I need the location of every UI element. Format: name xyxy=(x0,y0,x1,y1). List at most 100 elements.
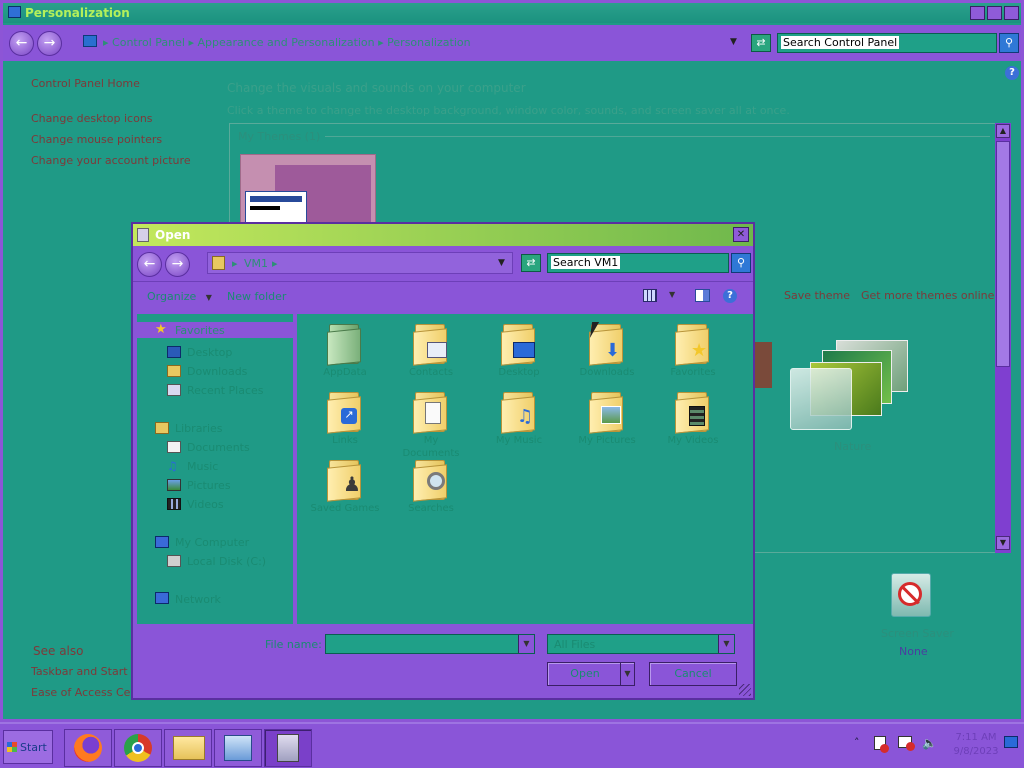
dialog-back-button[interactable]: ← xyxy=(137,252,162,277)
save-theme-link[interactable]: Save theme xyxy=(784,289,850,302)
chevron-down-icon[interactable]: ▼ xyxy=(730,37,737,47)
nav-pictures[interactable]: Pictures xyxy=(187,479,231,492)
my-theme-thumbnail[interactable] xyxy=(240,154,376,228)
folder-my-documents[interactable]: My Documents xyxy=(395,390,467,460)
breadcrumb-appearance[interactable]: Appearance and Personalization xyxy=(198,36,375,49)
dialog-forward-button[interactable]: → xyxy=(165,252,190,277)
help-icon[interactable]: ? xyxy=(1005,66,1019,80)
folder-downloads[interactable]: ⬇ Downloads xyxy=(571,322,643,392)
taskbar-start-menu-link[interactable]: Taskbar and Start Menu xyxy=(31,665,131,678)
minimize-button[interactable] xyxy=(970,6,985,20)
nav-network[interactable]: Network xyxy=(175,593,221,606)
folder-desktop[interactable]: Desktop xyxy=(483,322,555,392)
organize-button[interactable]: Organize ▼ xyxy=(147,290,212,303)
get-more-themes-link[interactable]: Get more themes online xyxy=(861,289,994,302)
folder-searches[interactable]: Searches xyxy=(395,458,467,528)
window-title: Personalization xyxy=(25,6,130,20)
favorites-header-row[interactable]: ★ Favorites xyxy=(137,322,293,338)
dialog-location-combo[interactable]: ▸ VM1 ▸ ▼ xyxy=(207,252,513,274)
file-name-input[interactable]: ▼ xyxy=(325,634,535,654)
control-panel-home-link[interactable]: Control Panel Home xyxy=(31,77,140,90)
close-button[interactable] xyxy=(1004,6,1019,20)
file-type-select[interactable]: All Files ▼ xyxy=(547,634,735,654)
show-desktop-button[interactable] xyxy=(1004,736,1018,748)
nav-local-disk[interactable]: Local Disk (C:) xyxy=(187,555,266,568)
folder-favorites[interactable]: ★ Favorites xyxy=(657,322,729,392)
preview-pane-icon[interactable] xyxy=(695,289,710,302)
theme-nature[interactable]: Nature xyxy=(786,336,916,453)
file-name-dropdown-icon[interactable]: ▼ xyxy=(518,635,534,653)
new-folder-button[interactable]: New folder xyxy=(227,290,286,303)
dialog-close-button[interactable]: ✕ xyxy=(733,227,749,242)
action-center-flag-icon[interactable] xyxy=(874,736,889,753)
dialog-title-bar[interactable]: Open ✕ xyxy=(133,224,753,246)
back-button[interactable]: ← xyxy=(9,31,34,56)
change-desktop-icons-link[interactable]: Change desktop icons xyxy=(31,112,153,125)
breadcrumb-control-panel[interactable]: Control Panel xyxy=(112,36,185,49)
taskbar-firefox[interactable] xyxy=(64,729,112,767)
refresh-button[interactable]: ⇄ xyxy=(751,34,771,52)
forward-button[interactable]: → xyxy=(37,31,62,56)
computer-icon xyxy=(155,536,169,548)
nav-documents[interactable]: Documents xyxy=(187,441,250,454)
taskbar-control-panel[interactable] xyxy=(214,729,262,767)
screen-saver-icon xyxy=(891,573,931,617)
separator xyxy=(325,136,990,137)
folder-links[interactable]: ↗ Links xyxy=(309,390,381,460)
breadcrumb-personalization[interactable]: Personalization xyxy=(387,36,470,49)
nav-libraries[interactable]: Libraries xyxy=(175,422,223,435)
clock-date[interactable]: 9/8/2023 xyxy=(946,746,1006,757)
dialog-navigation-pane[interactable]: ★ Favorites Desktop Downloads Recent Pla… xyxy=(137,314,293,624)
change-mouse-pointers-link[interactable]: Change mouse pointers xyxy=(31,133,162,146)
dialog-file-list[interactable]: AppData Contacts Desktop ⬇ Downloads ★ F… xyxy=(297,314,753,624)
title-bar[interactable]: Personalization xyxy=(3,3,1021,23)
nav-desktop[interactable]: Desktop xyxy=(187,346,232,359)
nav-music[interactable]: Music xyxy=(187,460,218,473)
scroll-thumb[interactable] xyxy=(996,141,1010,367)
dialog-help-icon[interactable]: ? xyxy=(723,289,737,303)
dialog-refresh-button[interactable]: ⇄ xyxy=(521,254,541,272)
volume-muted-icon[interactable]: 🔈 xyxy=(922,736,937,750)
themes-scrollbar[interactable]: ▲ ▼ xyxy=(995,123,1011,553)
search-input[interactable]: Search Control Panel xyxy=(777,33,997,53)
my-themes-label: My Themes (1) xyxy=(238,130,321,143)
start-button[interactable]: Start xyxy=(3,730,53,764)
show-hidden-icons-icon[interactable]: ˄ xyxy=(854,736,860,749)
taskbar-explorer[interactable] xyxy=(164,729,212,767)
screen-saver-item[interactable]: Screen Saver None xyxy=(875,571,954,661)
scroll-down-icon[interactable]: ▼ xyxy=(996,536,1010,550)
nav-downloads[interactable]: Downloads xyxy=(187,365,247,378)
nav-my-computer[interactable]: My Computer xyxy=(175,536,249,549)
ease-of-access-link[interactable]: Ease of Access Center xyxy=(31,686,131,699)
cancel-button[interactable]: Cancel xyxy=(649,662,737,686)
search-icon[interactable]: ⚲ xyxy=(999,33,1019,53)
open-button[interactable]: Open ▼ xyxy=(547,662,635,686)
view-options-dropdown-icon[interactable]: ▼ xyxy=(669,290,675,299)
change-account-picture-link[interactable]: Change your account picture xyxy=(31,154,191,167)
open-split-dropdown-icon[interactable]: ▼ xyxy=(620,663,634,685)
folder-my-videos[interactable]: My Videos xyxy=(657,390,729,460)
dialog-location-dropdown-icon[interactable]: ▼ xyxy=(498,258,505,268)
folder-appdata[interactable]: AppData xyxy=(309,322,381,392)
address-bar: ← → ▸ Control Panel ▸ Appearance and Per… xyxy=(3,25,1021,61)
nav-recent-places[interactable]: Recent Places xyxy=(187,384,264,397)
nav-videos[interactable]: Videos xyxy=(187,498,224,511)
clock-time[interactable]: 7:11 AM xyxy=(946,732,1006,743)
file-type-dropdown-icon[interactable]: ▼ xyxy=(718,635,734,653)
network-status-icon[interactable] xyxy=(898,736,915,751)
folder-my-pictures[interactable]: My Pictures xyxy=(571,390,643,460)
folder-saved-games[interactable]: ♟ Saved Games xyxy=(309,458,381,528)
folder-contacts[interactable]: Contacts xyxy=(395,322,467,392)
scroll-up-icon[interactable]: ▲ xyxy=(996,124,1010,138)
resize-grip-icon[interactable] xyxy=(739,684,751,696)
dialog-search-input[interactable]: Search VM1 xyxy=(547,253,729,273)
change-view-icon[interactable] xyxy=(643,289,657,302)
folder-my-music[interactable]: ♫ My Music xyxy=(483,390,555,460)
taskbar-open-dialog[interactable] xyxy=(264,729,312,767)
maximize-button[interactable] xyxy=(987,6,1002,20)
taskbar-chrome[interactable] xyxy=(114,729,162,767)
dialog-search-icon[interactable]: ⚲ xyxy=(731,253,751,273)
downloads-icon xyxy=(167,365,181,377)
dialog-address-bar: ← → ▸ VM1 ▸ ▼ ⇄ Search VM1 ⚲ xyxy=(133,248,753,282)
breadcrumb[interactable]: ▸ Control Panel ▸ Appearance and Persona… xyxy=(103,36,471,49)
